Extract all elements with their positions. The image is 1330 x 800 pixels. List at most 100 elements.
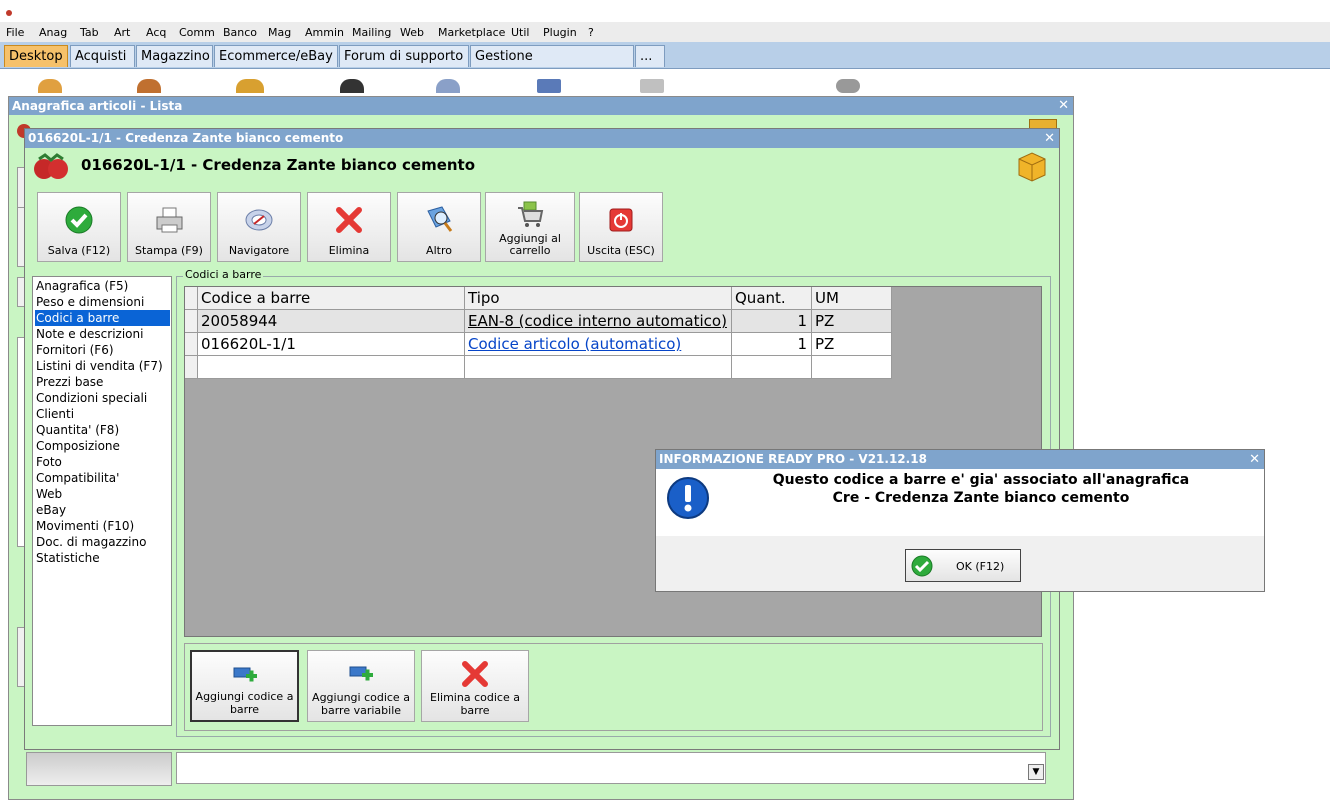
desktop-compass-icon[interactable]	[436, 79, 460, 93]
grid-new-row-cell[interactable]	[198, 356, 465, 379]
menu-tab[interactable]: Tab	[80, 26, 99, 39]
main-tab-bar: Desktop Acquisti Magazzino Ecommerce/eBa…	[0, 42, 1330, 86]
menu-ammin[interactable]: Ammin	[305, 26, 344, 39]
nav-item-note-descrizioni[interactable]: Note e descrizioni	[36, 326, 143, 342]
nav-item-compatibilita[interactable]: Compatibilita'	[36, 470, 119, 486]
grid-new-row-cell[interactable]	[812, 356, 892, 379]
nav-item-web[interactable]: Web	[36, 486, 62, 502]
menu-anag[interactable]: Anag	[39, 26, 67, 39]
grid-header-tipo[interactable]: Tipo	[465, 287, 732, 310]
desktop-users-icon[interactable]	[137, 79, 161, 93]
other-button[interactable]: Altro	[397, 192, 481, 262]
print-button[interactable]: Stampa (F9)	[127, 192, 211, 262]
exit-button[interactable]: Uscita (ESC)	[579, 192, 663, 262]
nav-item-condizioni-speciali[interactable]: Condizioni speciali	[36, 390, 147, 406]
tab-gestione-messaggistica[interactable]: Gestione messaggistica	[470, 45, 634, 86]
menu-marketplace[interactable]: Marketplace	[438, 26, 505, 39]
nav-item-quantita[interactable]: Quantita' (F8)	[36, 422, 119, 438]
compass-icon	[245, 209, 273, 231]
dialog-title: INFORMAZIONE READY PRO - V21.12.18	[659, 452, 927, 466]
menu-bar: File Anag Tab Art Acq Comm Banco Mag Amm…	[0, 22, 1330, 43]
navigator-button-label: Navigatore	[228, 244, 290, 257]
menu-mailing[interactable]: Mailing	[352, 26, 391, 39]
grid-cell-um[interactable]: PZ	[812, 310, 892, 333]
menu-util[interactable]: Util	[511, 26, 529, 39]
check-icon	[911, 555, 933, 577]
nav-item-composizione[interactable]: Composizione	[36, 438, 120, 454]
dialog-body: Questo codice a barre e' gia' associato …	[656, 469, 1264, 536]
nav-item-ebay[interactable]: eBay	[36, 502, 66, 518]
menu-file[interactable]: File	[6, 26, 24, 39]
delete-button[interactable]: Elimina	[307, 192, 391, 262]
nav-item-statistiche[interactable]: Statistiche	[36, 550, 100, 566]
other-button-label: Altro	[426, 244, 452, 257]
grid-cell-quant[interactable]: 1	[732, 333, 812, 356]
navigator-button[interactable]: Navigatore	[217, 192, 301, 262]
grid-header-um[interactable]: UM	[812, 287, 892, 310]
menu-help[interactable]: ?	[588, 26, 594, 39]
tab-ecommerce-ebay[interactable]: Ecommerce/eBay	[214, 45, 338, 67]
tipo-link[interactable]: Codice articolo (automatico)	[468, 335, 681, 353]
add-barcode-button[interactable]: Aggiungi codice a barre	[190, 650, 299, 722]
close-icon[interactable]: ✕	[1249, 450, 1260, 469]
nav-item-clienti[interactable]: Clienti	[36, 406, 74, 422]
menu-web[interactable]: Web	[400, 26, 424, 39]
grid-cell-tipo[interactable]: Codice articolo (automatico)	[465, 333, 732, 356]
delete-barcode-button[interactable]: Elimina codice a barre	[421, 650, 529, 722]
nav-item-peso-dimensioni[interactable]: Peso e dimensioni	[36, 294, 144, 310]
ok-button[interactable]: OK (F12)	[905, 549, 1021, 582]
grid-row-indicator[interactable]	[185, 356, 198, 379]
grid-row-indicator	[185, 287, 198, 310]
menu-acq[interactable]: Acq	[146, 26, 166, 39]
nav-item-prezzi-base[interactable]: Prezzi base	[36, 374, 103, 390]
close-icon[interactable]: ✕	[1058, 97, 1069, 115]
grid-row-indicator[interactable]	[185, 310, 198, 333]
desktop-gear-icon[interactable]	[836, 79, 860, 93]
grid-row-indicator[interactable]	[185, 333, 198, 356]
nav-item-anagrafica[interactable]: Anagrafica (F5)	[36, 278, 128, 294]
menu-plugin[interactable]: Plugin	[543, 26, 577, 39]
desktop-people-icon[interactable]	[38, 79, 62, 93]
save-button[interactable]: Salva (F12)	[37, 192, 121, 262]
grid-cell-code[interactable]: 20058944	[198, 310, 465, 333]
exit-button-label: Uscita (ESC)	[587, 244, 655, 257]
desktop-worker-icon[interactable]	[236, 79, 264, 93]
tipo-link[interactable]: EAN-8 (codice interno automatico)	[468, 312, 727, 330]
tab-more[interactable]: ...	[635, 45, 665, 67]
menu-comm[interactable]: Comm	[179, 26, 215, 39]
tab-acquisti[interactable]: Acquisti	[70, 45, 135, 67]
nav-item-foto[interactable]: Foto	[36, 454, 62, 470]
menu-art[interactable]: Art	[114, 26, 130, 39]
menu-mag[interactable]: Mag	[268, 26, 291, 39]
ok-button-label: OK (F12)	[956, 560, 1005, 573]
tab-desktop[interactable]: Desktop	[4, 45, 68, 67]
nav-item-listini-vendita[interactable]: Listini di vendita (F7)	[36, 358, 163, 374]
notes-textbox[interactable]	[176, 752, 1046, 784]
delete-x-icon	[462, 661, 488, 687]
window-title-bar: Anagrafica articoli - Lista ✕	[9, 97, 1073, 115]
top-strip	[0, 0, 1330, 22]
tab-forum-supporto[interactable]: Forum di supporto	[339, 45, 469, 67]
desktop-list-icon[interactable]	[537, 79, 561, 93]
nav-item-fornitori[interactable]: Fornitori (F6)	[36, 342, 114, 358]
grid-new-row-cell[interactable]	[732, 356, 812, 379]
close-icon[interactable]: ✕	[1044, 129, 1055, 148]
grid-cell-tipo[interactable]: EAN-8 (codice interno automatico)	[465, 310, 732, 333]
add-barcode-icon	[233, 667, 257, 682]
menu-banco[interactable]: Banco	[223, 26, 257, 39]
add-to-cart-button[interactable]: Aggiungi al carrello	[485, 192, 575, 262]
dropdown-arrow-icon[interactable]: ▼	[1028, 764, 1044, 780]
grid-cell-quant[interactable]: 1	[732, 310, 812, 333]
tab-magazzino[interactable]: Magazzino	[136, 45, 213, 67]
nav-item-doc-magazzino[interactable]: Doc. di magazzino	[36, 534, 146, 550]
desktop-document-icon[interactable]	[640, 79, 664, 93]
grid-cell-um[interactable]: PZ	[812, 333, 892, 356]
grid-header-codice[interactable]: Codice a barre	[198, 287, 465, 310]
nav-item-codici-barre[interactable]: Codici a barre	[35, 310, 170, 326]
nav-item-movimenti[interactable]: Movimenti (F10)	[36, 518, 134, 534]
desktop-agent-icon[interactable]	[340, 79, 364, 93]
grid-header-quant[interactable]: Quant.	[732, 287, 812, 310]
grid-new-row-cell[interactable]	[465, 356, 732, 379]
add-variable-barcode-button[interactable]: Aggiungi codice a barre variabile	[307, 650, 415, 722]
grid-cell-code[interactable]: 016620L-1/1	[198, 333, 465, 356]
